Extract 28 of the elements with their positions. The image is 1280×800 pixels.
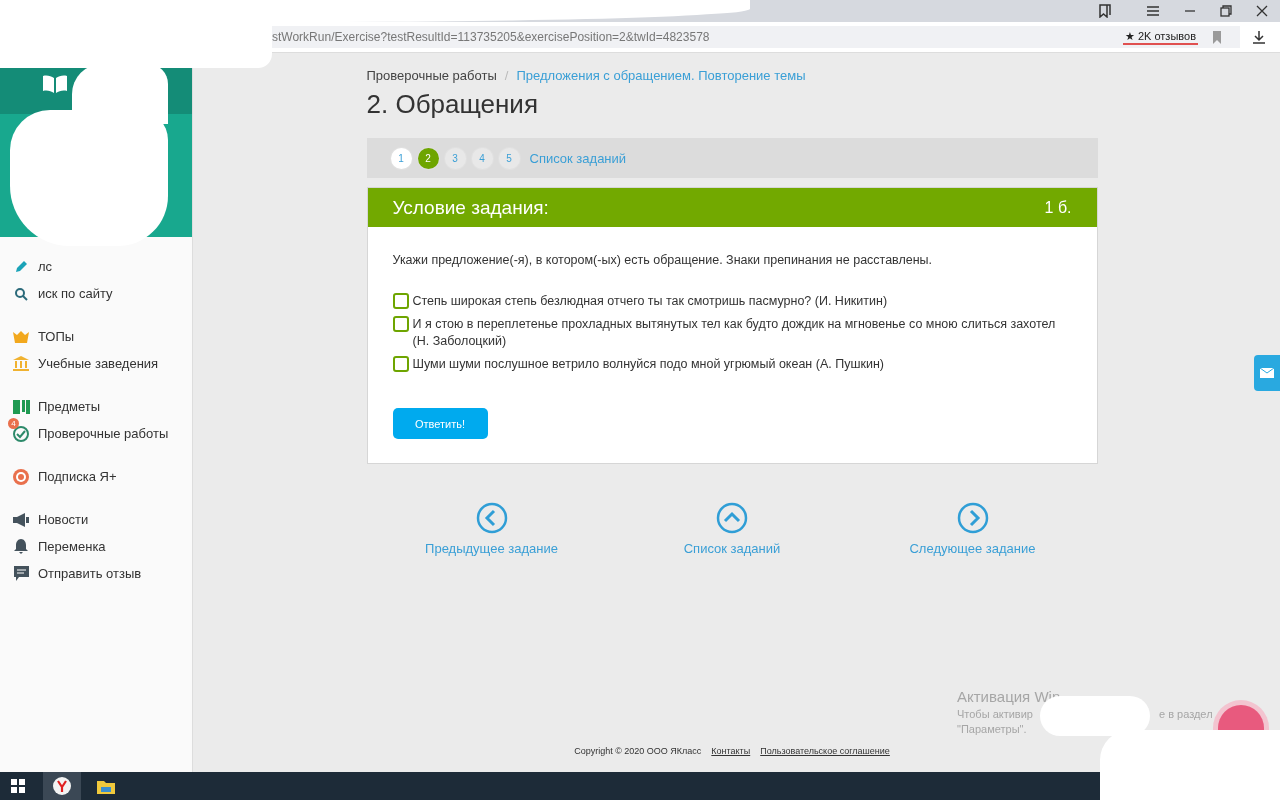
- page-title: 2. Обращения: [366, 89, 539, 120]
- sidebar-item[interactable]: Предметы: [0, 393, 192, 420]
- copyright-text: Copyright © 2020 ООО ЯКласс: [574, 746, 702, 756]
- footer-link[interactable]: Контакты: [711, 746, 751, 756]
- points-label: 1 б.: [1044, 198, 1072, 217]
- option-text: Шуми шуми послушное ветрило волнуйся подо мной угрюмый океан (А. Пушкин): [412, 356, 884, 373]
- sidebar-item[interactable]: Переменка: [0, 533, 192, 560]
- option-text: И я стою в переплетенье прохладных вытянутых тел как будто дождик на мгновенье со мною слиться захотел (Н. Заболоцкий): [412, 316, 1057, 350]
- address-field[interactable]: stWorkRun/Exercise?testResultId=113735205&exercisePosition=2&twId=4823578 ★ 2K отзывов: [272, 26, 1240, 48]
- sidebar-item[interactable]: Новости: [0, 506, 192, 533]
- sidebar-item[interactable]: лс: [0, 253, 192, 280]
- option-text: Степь широкая степь безлюдная отчего ты так смотришь пасмурно? (И. Никитин): [412, 293, 888, 310]
- activation-text: "Параметры".: [957, 722, 1028, 737]
- task-heading: Условие задания:: [392, 196, 549, 219]
- sidebar-item[interactable]: ТОПы: [0, 323, 192, 350]
- activation-text: е в раздел: [1158, 707, 1213, 722]
- sidebar-item[interactable]: иск по сайту: [0, 280, 192, 307]
- breadcrumb-separator: /: [504, 68, 509, 83]
- question-text: Укажи предложение(-я), в котором(-ых) есть обращение. Знаки препинания не расставлены.: [392, 253, 934, 267]
- reviews-badge[interactable]: ★ 2K отзывов: [1122, 29, 1198, 45]
- sidebar-item[interactable]: Отправить отзыв: [0, 560, 192, 587]
- activation-text: Чтобы активир: [957, 707, 1033, 722]
- breadcrumb-link[interactable]: Проверочные работы: [366, 68, 497, 83]
- footer-link[interactable]: Пользовательское соглашение: [760, 746, 890, 756]
- sidebar-item[interactable]: 4 Проверочные работы: [0, 420, 192, 447]
- sidebar-item[interactable]: Подписка Я+: [0, 463, 192, 490]
- count-badge: 4: [8, 417, 19, 429]
- sidebar-item[interactable]: Учебные заведения: [0, 350, 192, 377]
